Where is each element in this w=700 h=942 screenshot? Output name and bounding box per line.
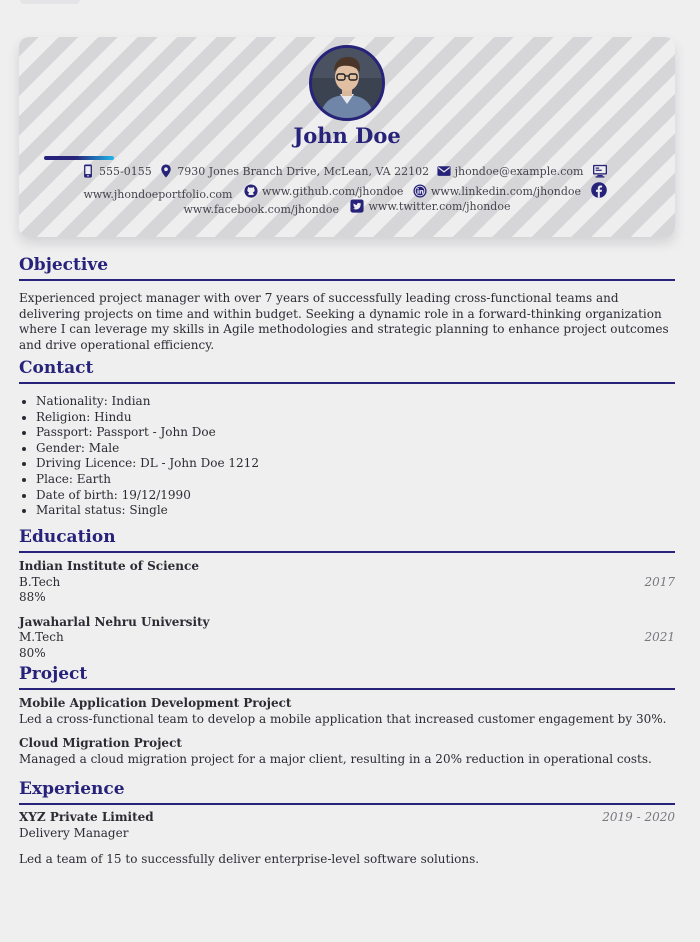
degree: M.Tech xyxy=(19,630,64,645)
employment-period: 2019 - 2020 xyxy=(602,810,675,824)
list-item: Date of birth: 19/12/1990 xyxy=(36,488,675,504)
company-name: XYZ Private Limited xyxy=(19,810,154,824)
company-row: XYZ Private Limited 2019 - 2020 xyxy=(19,810,675,826)
degree-row: B.Tech 2017 xyxy=(19,575,675,591)
project-entry: Cloud Migration Project Managed a cloud … xyxy=(19,736,675,767)
contact-section: Contact Nationality: Indian Religion: Hi… xyxy=(19,358,675,519)
education-heading: Education xyxy=(19,527,675,553)
project-description: Led a cross-functional team to develop a… xyxy=(19,711,667,726)
github-link[interactable]: www.github.com/jhondoe xyxy=(244,184,403,198)
experience-entry: XYZ Private Limited 2019 - 2020 Delivery… xyxy=(19,810,675,868)
graduation-year: 2017 xyxy=(644,574,675,589)
education-section: Education Indian Institute of Science B.… xyxy=(19,527,675,662)
email-contact[interactable]: jhondoe@example.com xyxy=(437,164,584,178)
list-item: Passport: Passport - John Doe xyxy=(36,425,675,441)
linkedin-icon xyxy=(413,184,427,198)
facebook-link[interactable]: www.facebook.com/jhondoe xyxy=(184,203,339,216)
avatar xyxy=(309,45,385,121)
job-description: Led a team of 15 to successfully deliver… xyxy=(19,852,480,867)
address-contact[interactable]: 7930 Jones Branch Drive, McLean, VA 2210… xyxy=(159,164,429,178)
monitor-icon xyxy=(592,164,607,178)
contact-line-1: 555-0155 7930 Jones Branch Drive, McLean… xyxy=(19,164,675,181)
list-item: Marital status: Single xyxy=(36,503,675,519)
list-item: Religion: Hindu xyxy=(36,410,675,426)
degree-row: M.Tech 2021 xyxy=(19,630,675,646)
portfolio-icon-wrap[interactable] xyxy=(591,164,613,178)
top-decoration xyxy=(20,0,80,4)
project-heading: Project xyxy=(19,664,675,690)
linkedin-text: www.linkedin.com/jhondoe xyxy=(430,184,582,198)
phone-icon xyxy=(84,164,92,178)
objective-text: Experienced project manager with over 7 … xyxy=(19,291,669,353)
education-entry: Jawaharlal Nehru University M.Tech 2021 … xyxy=(19,615,675,662)
project-section: Project Mobile Application Development P… xyxy=(19,664,675,768)
list-item: Nationality: Indian xyxy=(36,394,675,410)
avatar-portrait-icon xyxy=(312,48,382,118)
objective-heading: Objective xyxy=(19,255,675,281)
job-role: Delivery Manager xyxy=(19,825,129,840)
twitter-icon xyxy=(350,199,365,213)
candidate-name: John Doe xyxy=(293,123,401,148)
accent-bar xyxy=(44,156,114,160)
github-text: www.github.com/jhondoe xyxy=(261,184,404,198)
facebook-text: www.facebook.com/jhondoe xyxy=(183,203,339,216)
github-icon xyxy=(244,184,258,198)
header-card: John Doe 555-0155 7930 Jones Branch Driv… xyxy=(19,37,675,237)
map-pin-icon xyxy=(161,164,171,178)
project-description: Managed a cloud migration project for a … xyxy=(19,751,652,766)
education-entry: Indian Institute of Science B.Tech 2017 … xyxy=(19,559,675,606)
project-name: Mobile Application Development Project xyxy=(19,696,292,710)
contact-list: Nationality: Indian Religion: Hindu Pass… xyxy=(19,394,675,519)
contact-line-3: www.facebook.com/jhondoe www.twitter.com… xyxy=(19,199,675,216)
experience-section: Experience XYZ Private Limited 2019 - 20… xyxy=(19,779,675,868)
score: 80% xyxy=(19,645,46,660)
score: 88% xyxy=(19,590,46,605)
list-item: Place: Earth xyxy=(36,472,675,488)
school-name: Indian Institute of Science xyxy=(19,559,199,573)
phone-contact[interactable]: 555-0155 xyxy=(81,164,152,178)
facebook-icon xyxy=(590,182,607,198)
graduation-year: 2021 xyxy=(644,630,675,645)
twitter-text: www.twitter.com/jhondoe xyxy=(368,199,511,213)
address-text: 7930 Jones Branch Drive, McLean, VA 2210… xyxy=(177,164,430,178)
email-text: jhondoe@example.com xyxy=(454,164,584,178)
list-item: Driving Licence: DL - John Doe 1212 xyxy=(36,456,675,472)
project-name: Cloud Migration Project xyxy=(19,736,182,751)
twitter-link[interactable]: www.twitter.com/jhondoe xyxy=(350,199,510,213)
phone-text: 555-0155 xyxy=(99,164,152,178)
linkedin-link[interactable]: www.linkedin.com/jhondoe xyxy=(413,184,581,198)
facebook-icon-wrap[interactable] xyxy=(590,182,611,198)
degree: B.Tech xyxy=(19,574,61,589)
experience-heading: Experience xyxy=(19,779,675,805)
school-name: Jawaharlal Nehru University xyxy=(19,614,210,629)
objective-section: Objective Experienced project manager wi… xyxy=(19,255,675,354)
project-entry: Mobile Application Development Project L… xyxy=(19,696,675,727)
envelope-icon xyxy=(437,166,451,176)
contact-heading: Contact xyxy=(19,358,675,384)
list-item: Gender: Male xyxy=(36,441,675,457)
